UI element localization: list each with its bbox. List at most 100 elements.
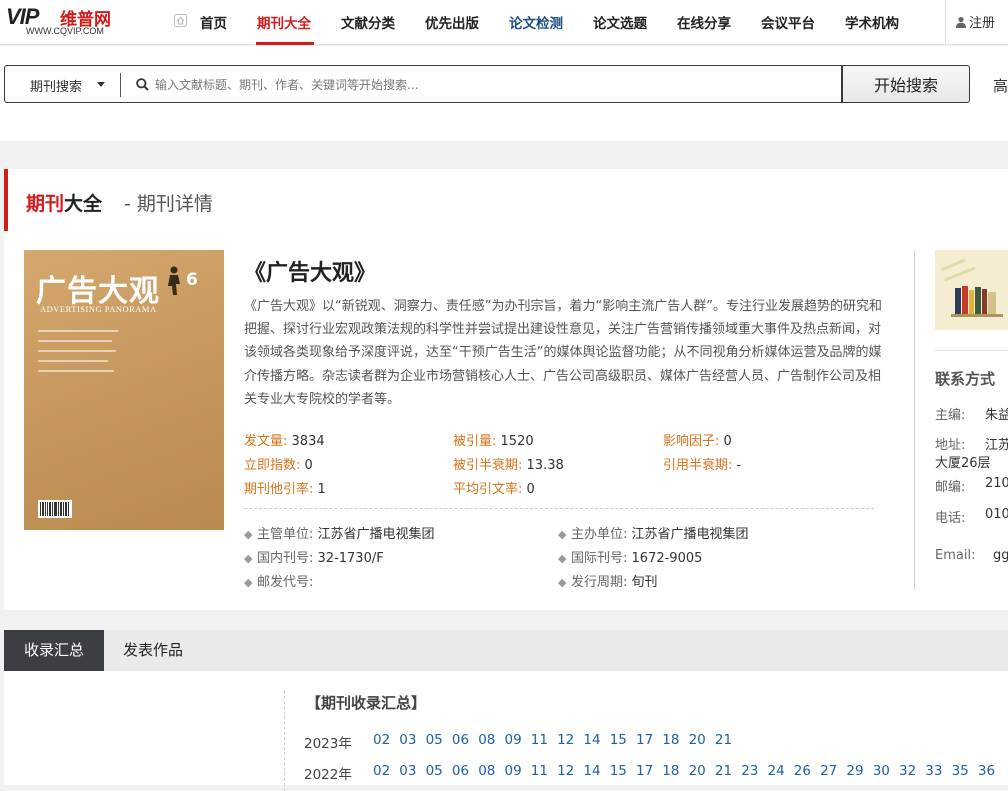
cover-text-lines [38, 330, 118, 380]
contact-email: Email: gg [935, 548, 1008, 563]
contact-postcode: 邮编: 210 [935, 476, 1008, 495]
side-separator [935, 350, 1008, 351]
stat-citing-half-life: 引用半衰期: - [663, 458, 742, 473]
issue-link[interactable]: 03 [399, 732, 416, 748]
active-nav-indicator [256, 42, 314, 45]
issue-link[interactable]: 09 [505, 732, 522, 748]
issue-link[interactable]: 27 [820, 763, 837, 779]
summary-divider [284, 691, 285, 791]
search-button[interactable]: 开始搜索 [842, 65, 970, 103]
stat-impact-factor: 影响因子: 0 [663, 434, 732, 449]
stat-citations: 被引量: 1520 [453, 434, 534, 449]
tabs-bar: 收录汇总 发表作品 [4, 630, 1008, 671]
search-input[interactable] [155, 72, 825, 98]
nav-journals[interactable]: 期刊大全 [257, 12, 311, 32]
issue-link[interactable]: 02 [373, 732, 390, 748]
tab-collection-summary[interactable]: 收录汇总 [4, 630, 104, 671]
issue-link[interactable]: 05 [426, 763, 443, 779]
journal-cover: 广告大观 6 ADVERTISING PANORAMA [24, 250, 224, 530]
contact-editor: 主编: 朱益 [935, 408, 1008, 423]
issue-link[interactable]: 36 [978, 763, 995, 779]
nav-online-share[interactable]: 在线分享 [677, 12, 731, 32]
search-box: 期刊搜索 [4, 65, 842, 103]
nav-priority-publish[interactable]: 优先出版 [425, 12, 479, 32]
page-subtitle: - 期刊详情 [124, 193, 213, 215]
issue-link[interactable]: 14 [583, 732, 600, 748]
tab-published-works[interactable]: 发表作品 [104, 630, 202, 671]
year-label: 2023年 [304, 736, 352, 752]
issue-link[interactable]: 20 [689, 732, 706, 748]
cover-english-title: ADVERTISING PANORAMA [40, 304, 157, 314]
stat-avg-citation-rate: 平均引文率: 0 [453, 482, 535, 497]
stats-divider [244, 508, 874, 509]
issue-link[interactable]: 09 [505, 763, 522, 779]
stat-articles: 发文量: 3834 [244, 434, 325, 449]
issue-link[interactable]: 33 [925, 763, 942, 779]
nav-home[interactable]: 首页 [200, 12, 227, 32]
stat-immediacy: 立即指数: 0 [244, 458, 313, 473]
issue-link[interactable]: 20 [689, 763, 706, 779]
issue-link[interactable]: 05 [426, 732, 443, 748]
issue-link[interactable]: 17 [636, 763, 653, 779]
contact-address-line2: 大厦26层 [935, 456, 991, 471]
issue-link[interactable]: 14 [583, 763, 600, 779]
journal-description: 《广告大观》以“新锐观、洞察力、责任感”为办刊宗旨，着力“影响主流广告人群”。专… [244, 299, 882, 407]
page-title: 期刊大全 [26, 193, 103, 215]
home-icon[interactable] [174, 14, 187, 27]
chevron-down-icon[interactable] [97, 82, 105, 87]
issue-link[interactable]: 24 [768, 763, 785, 779]
nav-conference[interactable]: 会议平台 [761, 12, 815, 32]
issue-link[interactable]: 11 [531, 763, 548, 779]
issue-link[interactable]: 26 [794, 763, 811, 779]
issue-link[interactable]: 02 [373, 763, 390, 779]
nav-topic-selection[interactable]: 论文选题 [593, 12, 647, 32]
issue-link[interactable]: 08 [478, 763, 495, 779]
info-cn-number: ◆ 国内刊号: 32-1730/F [244, 551, 384, 566]
issue-link[interactable]: 15 [610, 763, 627, 779]
issue-link[interactable]: 08 [478, 732, 495, 748]
issue-link[interactable]: 06 [452, 732, 469, 748]
nav-paper-check[interactable]: 论文检测 [509, 12, 563, 32]
issue-link[interactable]: 15 [610, 732, 627, 748]
user-icon [956, 16, 966, 28]
search-icon [136, 78, 149, 91]
register-label: 注册 [969, 16, 996, 31]
search-divider [120, 73, 121, 97]
issue-link[interactable]: 30 [873, 763, 890, 779]
register-link[interactable]: 注册 [955, 12, 995, 31]
issue-link[interactable]: 35 [952, 763, 969, 779]
issue-link[interactable]: 17 [636, 732, 653, 748]
journal-title: 《广告大观》 [244, 261, 377, 286]
contact-address: 地址: 江苏 [935, 438, 1008, 453]
cover-issue: 6 [186, 270, 198, 290]
issue-link[interactable]: 11 [531, 732, 548, 748]
issue-link[interactable]: 12 [557, 763, 574, 779]
issue-link[interactable]: 21 [715, 732, 732, 748]
issue-link[interactable]: 12 [557, 732, 574, 748]
diamond-icon: ◆ [244, 528, 253, 541]
issue-link[interactable]: 32 [899, 763, 916, 779]
site-logo[interactable]: VIP 维普网 WWW.CQVIP.COM [6, 4, 126, 38]
issue-link[interactable]: 21 [715, 763, 732, 779]
nav-categories[interactable]: 文献分类 [341, 12, 395, 32]
advanced-search-link[interactable]: 高 [993, 75, 1008, 96]
diamond-icon: ◆ [558, 552, 567, 565]
issue-link[interactable]: 23 [741, 763, 758, 779]
issue-link[interactable]: 06 [452, 763, 469, 779]
stat-cited-half-life: 被引半衰期: 13.38 [453, 458, 564, 473]
books-icon [935, 250, 1008, 330]
summary-title: 【期刊收录汇总】 [306, 694, 427, 712]
issue-link[interactable]: 03 [399, 763, 416, 779]
journal-detail-panel: 期刊大全 - 期刊详情 广告大观 6 ADVERTISING PANORAMA … [4, 169, 1008, 610]
search-type-select[interactable]: 期刊搜索 [30, 76, 82, 95]
issue-link[interactable]: 18 [662, 732, 679, 748]
nav-institutions[interactable]: 学术机构 [845, 12, 899, 32]
issue-link[interactable]: 18 [662, 763, 679, 779]
issue-link[interactable]: 29 [846, 763, 863, 779]
diamond-icon: ◆ [244, 552, 253, 565]
stat-other-citation-rate: 期刊他引率: 1 [244, 482, 326, 497]
diamond-icon: ◆ [558, 528, 567, 541]
cover-figure-icon [168, 266, 180, 295]
top-navigation: VIP 维普网 WWW.CQVIP.COM 首页 期刊大全 文献分类 优先出版 … [0, 0, 1008, 45]
nav-divider [945, 0, 946, 45]
